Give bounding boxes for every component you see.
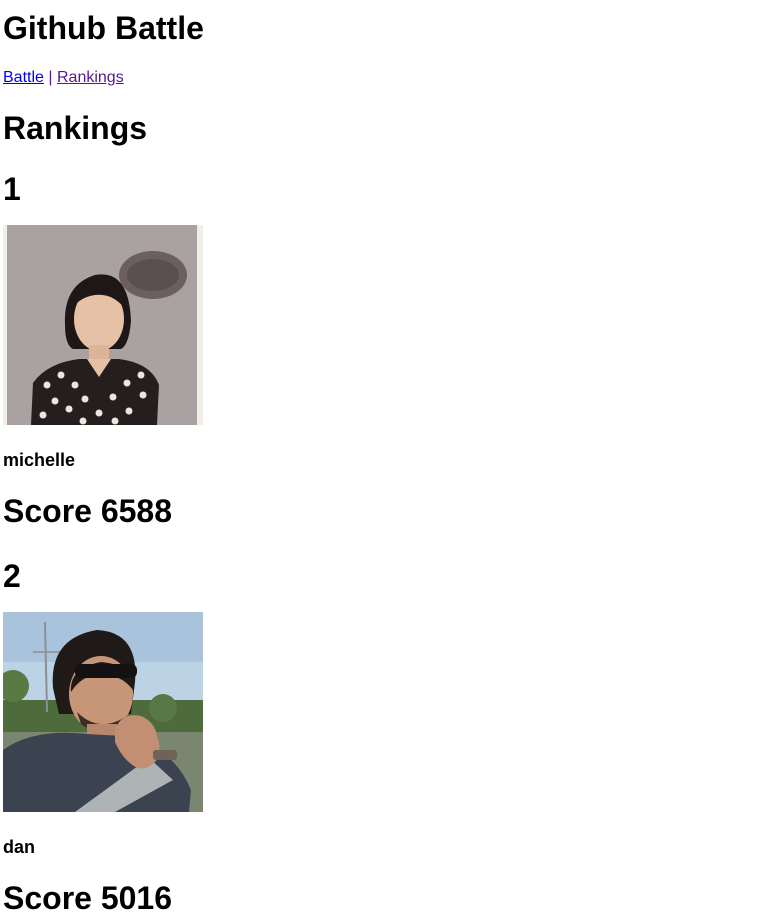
nav-link-battle[interactable]: Battle [3,69,44,86]
avatar-photo-dan [3,612,203,812]
username: dan [3,837,36,857]
score: Score 5016 [3,880,173,916]
rank-number: 2 [3,558,21,594]
page-title: Rankings [3,110,148,146]
score: Score 6588 [3,493,173,529]
username: michelle [3,450,76,470]
rank-number: 1 [3,171,21,207]
site-title: Github Battle [3,10,204,46]
nav-separator: | [48,69,53,86]
nav-link-rankings[interactable]: Rankings [57,69,124,86]
avatar-photo-michelle [3,225,203,425]
nav-bar: Battle | Rankings [3,68,124,88]
